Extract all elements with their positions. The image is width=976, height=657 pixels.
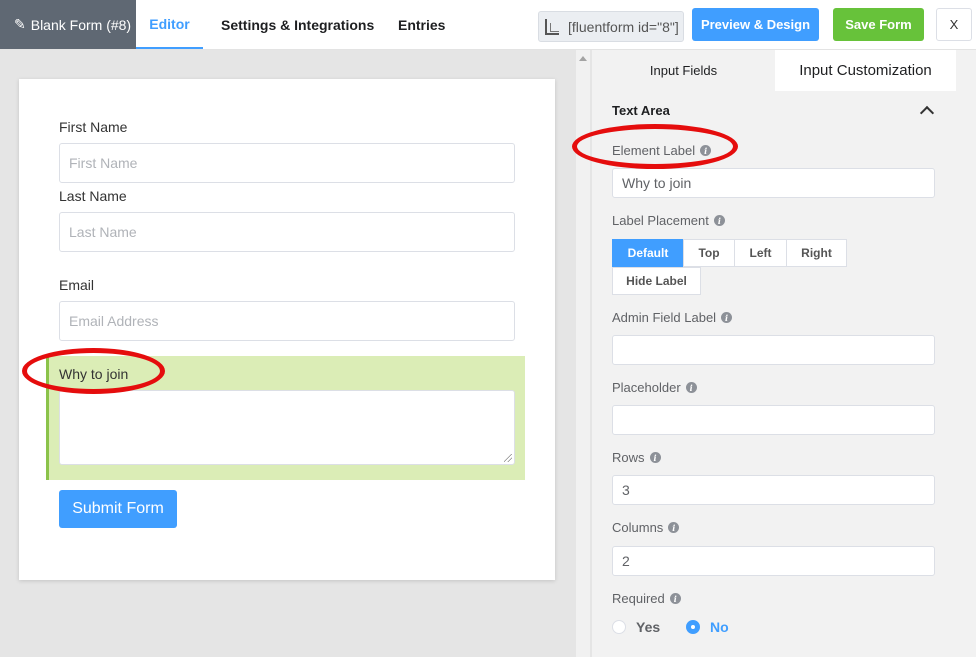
- required-text: Required: [612, 591, 665, 606]
- first-name-label: First Name: [59, 119, 128, 135]
- info-icon[interactable]: i: [713, 215, 725, 226]
- columns-label: Columns i: [612, 520, 680, 535]
- label-placement-label: Label Placement i: [612, 213, 725, 228]
- element-label-text: Element Label: [612, 143, 696, 158]
- tab-editor[interactable]: Editor: [136, 0, 203, 49]
- info-icon[interactable]: i: [700, 145, 712, 156]
- submit-form-button[interactable]: Submit Form: [59, 490, 177, 528]
- last-name-input[interactable]: Last Name: [59, 212, 515, 252]
- rows-text: Rows: [612, 450, 645, 465]
- label-placement-text: Label Placement: [612, 213, 709, 228]
- tab-input-customization[interactable]: Input Customization: [775, 50, 956, 91]
- settings-panel: Input Fields Input Customization Text Ar…: [592, 50, 976, 657]
- rows-label: Rows i: [612, 450, 661, 465]
- textarea-label: Why to join: [59, 366, 129, 382]
- placement-hide-label[interactable]: Hide Label: [612, 267, 701, 295]
- radio-on-icon: [686, 620, 700, 634]
- rows-input[interactable]: 3: [612, 475, 935, 505]
- form-title-tab[interactable]: ✎ Blank Form (#8): [0, 0, 136, 49]
- last-name-label: Last Name: [59, 188, 127, 204]
- chevron-up-icon[interactable]: [919, 105, 935, 121]
- email-input[interactable]: Email Address: [59, 301, 515, 341]
- shortcode-text: [fluentform id="8"]: [568, 18, 679, 35]
- placeholder-label: Placeholder i: [612, 380, 697, 395]
- admin-field-label-text: Admin Field Label: [612, 310, 717, 325]
- tab-entries[interactable]: Entries: [398, 0, 445, 49]
- columns-text: Columns: [612, 520, 664, 535]
- info-icon[interactable]: i: [649, 452, 661, 463]
- required-label: Required i: [612, 591, 681, 606]
- placement-left[interactable]: Left: [734, 239, 787, 267]
- placement-default[interactable]: Default: [612, 239, 684, 267]
- info-icon[interactable]: i: [668, 522, 680, 533]
- pencil-icon: ✎: [14, 16, 26, 32]
- placeholder-text: Placeholder: [612, 380, 681, 395]
- placement-top[interactable]: Top: [683, 239, 735, 267]
- required-yes-label: Yes: [636, 619, 661, 635]
- element-label-label: Element Label i: [612, 143, 712, 158]
- first-name-input[interactable]: First Name: [59, 143, 515, 183]
- email-label: Email: [59, 277, 95, 293]
- scrollbar[interactable]: [576, 50, 590, 657]
- scroll-up-arrow-icon[interactable]: [579, 56, 587, 61]
- admin-field-label-input[interactable]: [612, 335, 935, 365]
- tab-settings-integrations[interactable]: Settings & Integrations: [221, 0, 374, 49]
- section-title: Text Area: [612, 103, 670, 118]
- element-label-input[interactable]: Why to join: [612, 168, 935, 198]
- required-yes-radio[interactable]: Yes: [612, 619, 660, 635]
- preview-design-button[interactable]: Preview & Design: [692, 8, 819, 41]
- close-button[interactable]: X: [936, 8, 972, 41]
- top-bar: ✎ Blank Form (#8) Editor Settings & Inte…: [0, 0, 976, 50]
- placeholder-input[interactable]: [612, 405, 935, 435]
- form-title: Blank Form (#8): [30, 16, 132, 33]
- placement-right[interactable]: Right: [786, 239, 847, 267]
- why-to-join-textarea[interactable]: [59, 390, 515, 465]
- info-icon[interactable]: i: [685, 382, 697, 393]
- info-icon[interactable]: i: [721, 312, 733, 323]
- shortcode-copy[interactable]: [fluentform id="8"]: [538, 11, 684, 42]
- info-icon[interactable]: i: [669, 593, 681, 604]
- resize-handle-icon[interactable]: [504, 454, 512, 462]
- radio-off-icon: [612, 620, 626, 634]
- columns-input[interactable]: 2: [612, 546, 935, 576]
- admin-field-label-label: Admin Field Label i: [612, 310, 733, 325]
- tab-input-fields[interactable]: Input Fields: [592, 50, 775, 91]
- copy-icon: [545, 18, 559, 35]
- required-no-label: No: [710, 619, 729, 635]
- required-no-radio[interactable]: No: [686, 619, 729, 635]
- save-form-button[interactable]: Save Form: [833, 8, 924, 41]
